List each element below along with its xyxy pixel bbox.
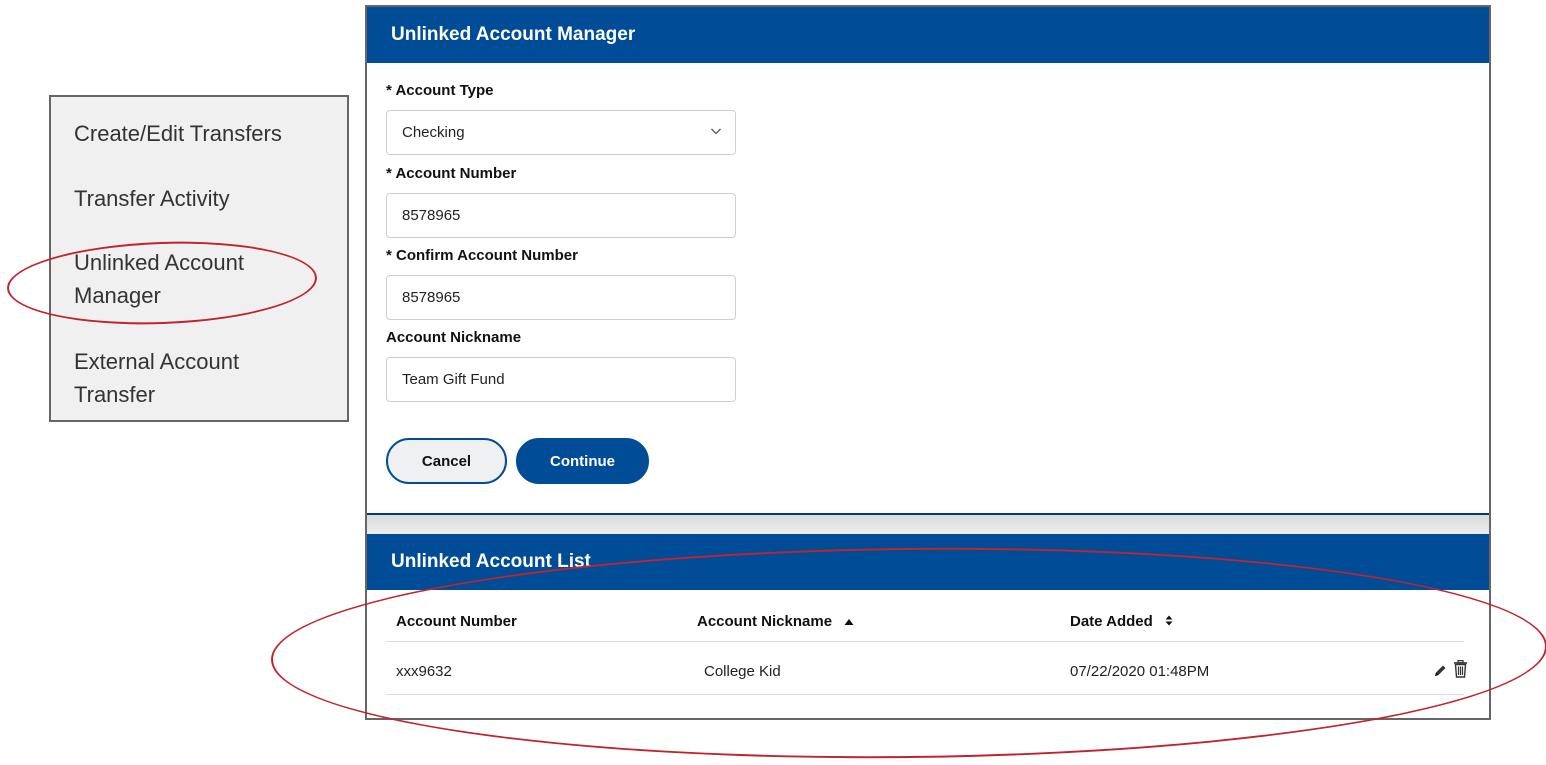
side-item-transfer-activity[interactable]: Transfer Activity [74,182,324,215]
unlinked-account-panel: Unlinked Account Manager * Account Type … [365,5,1491,720]
header-divider [386,641,1464,642]
account-number-input[interactable]: 8578965 [386,193,736,238]
row-divider [386,694,1464,695]
sort-asc-icon [844,619,854,625]
side-item-unlinked-account-manager[interactable]: Unlinked Account Manager [74,246,324,312]
manager-header: Unlinked Account Manager [367,7,1489,63]
cancel-button[interactable]: Cancel [386,438,507,484]
account-type-label: * Account Type [386,82,494,99]
section-separator [367,513,1489,534]
account-nickname-label: Account Nickname [386,329,522,346]
row-account-nickname: College Kid [704,663,781,680]
col-header-account-nickname-label: Account Nickname [697,613,833,630]
confirm-account-number-label: * Confirm Account Number [386,247,578,264]
chevron-down-icon [711,128,721,135]
account-nickname-input[interactable]: Team Gift Fund [386,357,736,402]
confirm-account-number-input[interactable]: 8578965 [386,275,736,320]
side-item-create-edit-transfers[interactable]: Create/Edit Transfers [74,117,324,150]
trash-icon[interactable] [1453,660,1468,678]
col-header-account-number[interactable]: Account Number [396,613,517,630]
col-header-date-added[interactable]: Date Added [1070,613,1173,630]
continue-button[interactable]: Continue [516,438,649,484]
list-header: Unlinked Account List [367,534,1489,590]
account-type-select[interactable]: Checking [386,110,736,155]
side-item-external-account-transfer[interactable]: External Account Transfer [74,345,324,411]
col-header-account-nickname[interactable]: Account Nickname [697,613,854,630]
account-type-value: Checking [402,124,465,141]
sort-both-icon [1165,615,1173,626]
row-account-number: xxx9632 [396,663,452,680]
side-menu: Create/Edit Transfers Transfer Activity … [49,95,349,422]
account-number-label: * Account Number [386,165,517,182]
row-date-added: 07/22/2020 01:48PM [1070,663,1210,680]
col-header-date-added-label: Date Added [1070,613,1153,630]
pencil-icon[interactable] [1433,663,1448,678]
